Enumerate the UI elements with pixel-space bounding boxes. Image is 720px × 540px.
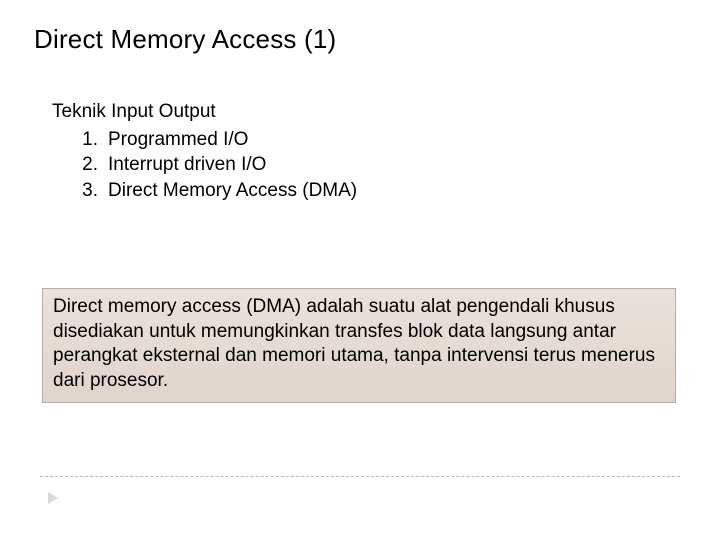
list-item: 1. Programmed I/O [80,127,686,153]
divider-line [40,476,680,477]
slide: Direct Memory Access (1) Teknik Input Ou… [0,0,720,540]
list-item: 3. Direct Memory Access (DMA) [80,178,686,204]
list-text: Interrupt driven I/O [108,152,266,178]
body-section: Teknik Input Output 1. Programmed I/O 2.… [52,99,686,204]
list-number: 2. [80,152,108,178]
list-number: 1. [80,127,108,153]
list-text: Programmed I/O [108,127,248,153]
list-item: 2. Interrupt driven I/O [80,152,686,178]
arrow-bullet-icon [48,492,58,504]
section-heading: Teknik Input Output [52,99,686,125]
definition-text: Direct memory access (DMA) adalah suatu … [53,296,655,391]
list-text: Direct Memory Access (DMA) [108,178,357,204]
slide-title: Direct Memory Access (1) [34,24,686,55]
definition-box: Direct memory access (DMA) adalah suatu … [42,288,676,403]
list-number: 3. [80,178,108,204]
numbered-list: 1. Programmed I/O 2. Interrupt driven I/… [80,127,686,204]
